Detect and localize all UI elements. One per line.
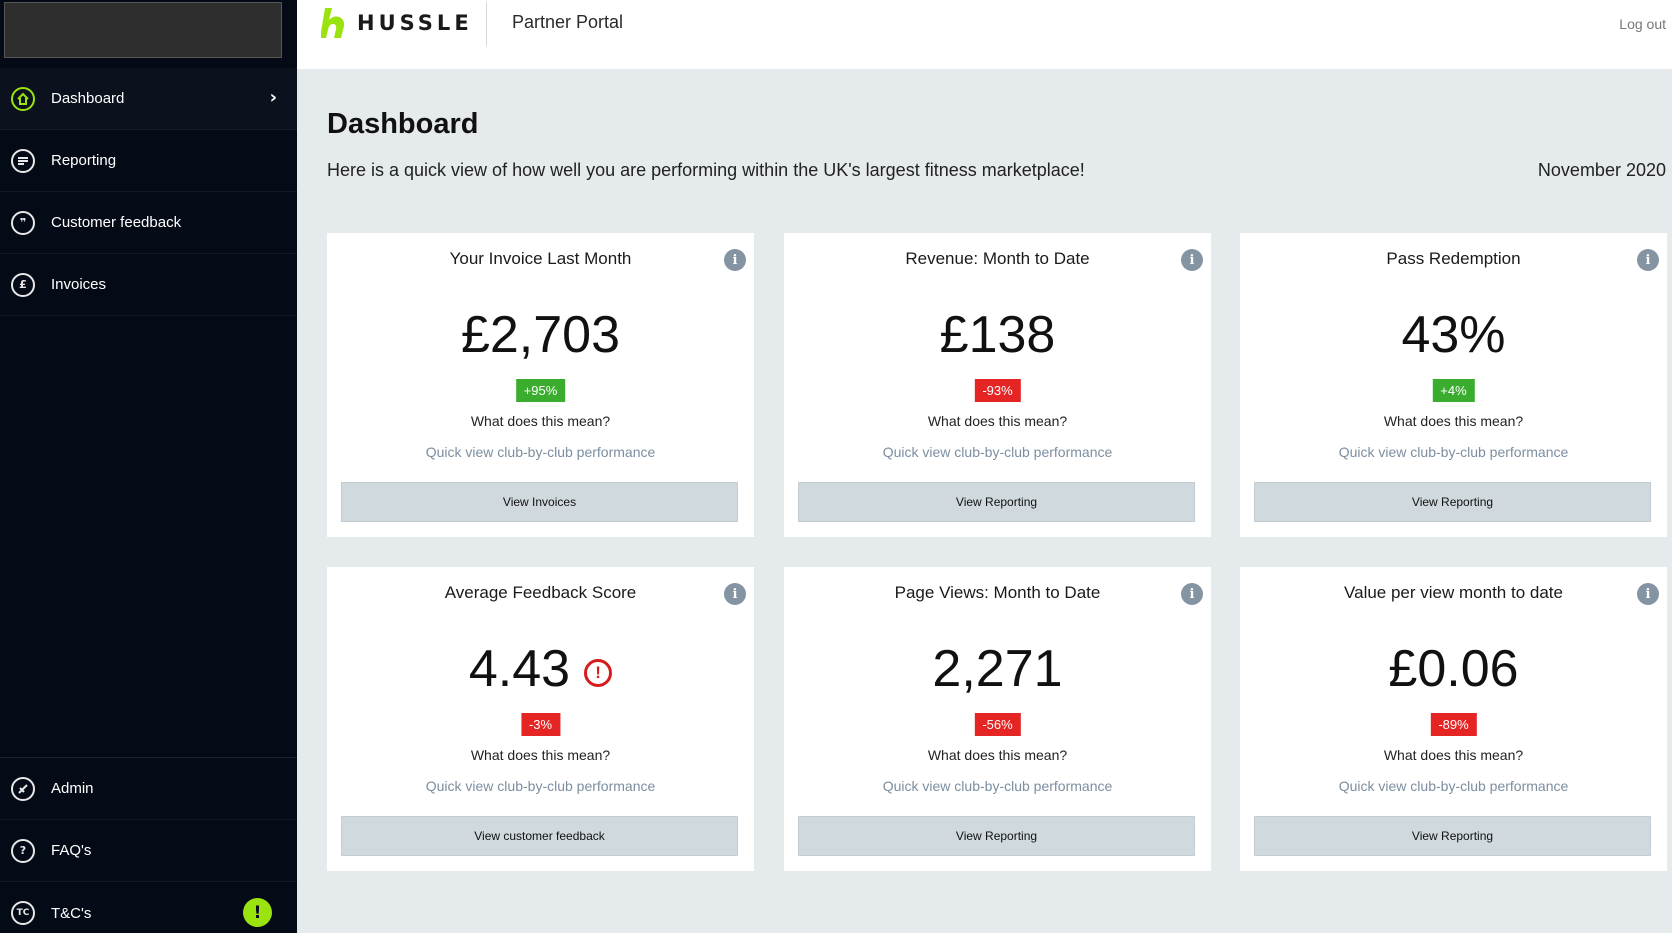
- sidebar-item-terms[interactable]: TC T&C's !: [0, 882, 297, 933]
- sidebar-item-label: FAQ's: [51, 842, 92, 859]
- view-customer-feedback-button[interactable]: View customer feedback: [341, 816, 738, 856]
- sidebar-item-label: Invoices: [51, 276, 107, 293]
- change-badge: +95%: [515, 379, 566, 402]
- card-title: Your Invoice Last Month: [449, 249, 632, 268]
- what-does-this-mean-link[interactable]: What does this mean?: [1240, 747, 1667, 763]
- chevron-right-icon: ›: [269, 87, 277, 108]
- info-icon[interactable]: i: [724, 583, 746, 605]
- kpi-card-revenue: Revenue: Month to Date i £138 -93% What …: [784, 233, 1211, 537]
- sidebar-item-faqs[interactable]: ? FAQ's: [0, 820, 297, 882]
- change-badge: -89%: [1430, 713, 1477, 736]
- report-icon: [11, 148, 35, 173]
- view-invoices-button[interactable]: View Invoices: [341, 482, 738, 522]
- card-title: Value per view month to date: [1344, 583, 1563, 602]
- view-reporting-button[interactable]: View Reporting: [798, 816, 1195, 856]
- sidebar-item-label: Customer feedback: [51, 214, 182, 231]
- sidebar-item-label: Reporting: [51, 152, 117, 169]
- top-bar: HUSSLE Partner Portal Log out: [297, 0, 1672, 69]
- sidebar: Dashboard › Reporting ❞ Customer feedbac…: [0, 0, 297, 933]
- change-badge: -93%: [974, 379, 1021, 402]
- change-badge: -3%: [520, 713, 561, 736]
- quick-view-link[interactable]: Quick view club-by-club performance: [1240, 778, 1667, 794]
- card-title: Pass Redemption: [1386, 249, 1521, 268]
- quick-view-link[interactable]: Quick view club-by-club performance: [1240, 444, 1667, 460]
- sidebar-item-label: T&C's: [51, 904, 92, 922]
- kpi-card-invoice: Your Invoice Last Month i £2,703 +95% Wh…: [327, 233, 754, 537]
- card-value: £0.06: [1388, 640, 1519, 698]
- warning-icon[interactable]: !: [584, 659, 613, 687]
- view-reporting-button[interactable]: View Reporting: [1254, 482, 1651, 522]
- what-does-this-mean-link[interactable]: What does this mean?: [784, 747, 1211, 763]
- card-title: Revenue: Month to Date: [905, 249, 1090, 268]
- card-value: 43%: [1401, 306, 1506, 364]
- info-icon[interactable]: i: [1637, 249, 1659, 271]
- sidebar-item-customer-feedback[interactable]: ❞ Customer feedback: [0, 192, 297, 254]
- alert-icon: !: [243, 898, 272, 927]
- sidebar-item-admin[interactable]: Admin: [0, 758, 297, 820]
- hussle-logo-icon: [321, 8, 345, 38]
- pound-icon: £: [11, 272, 35, 297]
- sidebar-item-dashboard[interactable]: Dashboard ›: [0, 68, 297, 130]
- what-does-this-mean-link[interactable]: What does this mean?: [784, 413, 1211, 429]
- sidebar-item-label: Admin: [51, 780, 94, 797]
- help-icon: ?: [11, 838, 35, 863]
- view-reporting-button[interactable]: View Reporting: [798, 482, 1195, 522]
- page-subtitle: Here is a quick view of how well you are…: [327, 160, 1085, 180]
- quick-view-link[interactable]: Quick view club-by-club performance: [784, 778, 1211, 794]
- card-value: £138: [939, 306, 1056, 364]
- brand-logo[interactable]: HUSSLE: [321, 6, 473, 40]
- tc-icon: TC: [11, 901, 35, 925]
- info-icon[interactable]: i: [1637, 583, 1659, 605]
- card-title: Page Views: Month to Date: [894, 583, 1101, 602]
- change-badge: +4%: [1432, 379, 1475, 402]
- card-value: £2,703: [460, 306, 621, 364]
- quick-view-link[interactable]: Quick view club-by-club performance: [327, 778, 754, 794]
- header-divider: [486, 2, 487, 46]
- card-value: 2,271: [932, 640, 1063, 698]
- card-value: 4.43 !: [327, 639, 754, 699]
- kpi-card-pass-redemption: Pass Redemption i 43% +4% What does this…: [1240, 233, 1667, 537]
- home-icon: [11, 86, 35, 111]
- info-icon[interactable]: i: [724, 249, 746, 271]
- quick-view-link[interactable]: Quick view club-by-club performance: [784, 444, 1211, 460]
- what-does-this-mean-link[interactable]: What does this mean?: [327, 413, 754, 429]
- admin-icon: [11, 776, 35, 801]
- info-icon[interactable]: i: [1181, 583, 1203, 605]
- what-does-this-mean-link[interactable]: What does this mean?: [1240, 413, 1667, 429]
- brand-name: HUSSLE: [357, 11, 473, 35]
- quote-icon: ❞: [11, 210, 35, 235]
- logout-link[interactable]: Log out: [1619, 16, 1666, 32]
- card-title: Average Feedback Score: [444, 583, 637, 602]
- partner-logo-placeholder: [4, 2, 282, 58]
- page-title: Dashboard: [327, 108, 479, 140]
- kpi-card-page-views: Page Views: Month to Date i 2,271 -56% W…: [784, 567, 1211, 871]
- sidebar-item-reporting[interactable]: Reporting: [0, 130, 297, 192]
- view-reporting-button[interactable]: View Reporting: [1254, 816, 1651, 856]
- what-does-this-mean-link[interactable]: What does this mean?: [327, 747, 754, 763]
- info-icon[interactable]: i: [1181, 249, 1203, 271]
- quick-view-link[interactable]: Quick view club-by-club performance: [327, 444, 754, 460]
- sidebar-item-invoices[interactable]: £ Invoices: [0, 254, 297, 316]
- kpi-card-value-per-view: Value per view month to date i £0.06 -89…: [1240, 567, 1667, 871]
- portal-title: Partner Portal: [512, 12, 624, 32]
- change-badge: -56%: [974, 713, 1021, 736]
- sidebar-item-label: Dashboard: [51, 90, 125, 107]
- period-label: November 2020: [1537, 160, 1666, 180]
- kpi-card-feedback-score: Average Feedback Score i 4.43 ! -3% What…: [327, 567, 754, 871]
